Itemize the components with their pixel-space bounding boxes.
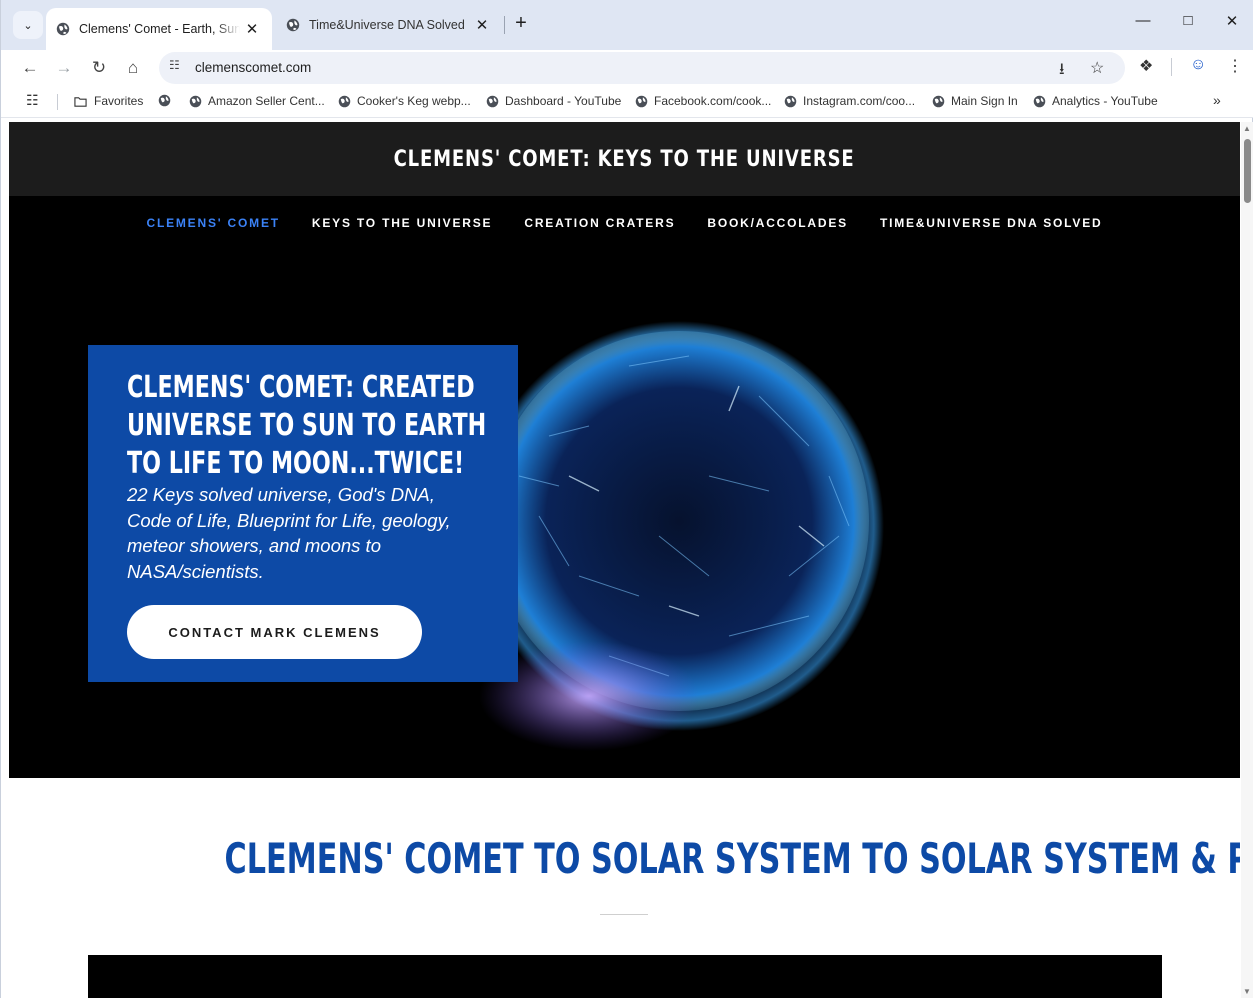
close-icon[interactable]: ✕: [470, 16, 494, 34]
hero-card: CLEMENS' COMET: CREATED UNIVERSE TO SUN …: [88, 345, 518, 682]
page-scrollbar[interactable]: ▲ ▼: [1241, 122, 1253, 998]
bookmark-label: Amazon Seller Cent...: [208, 94, 325, 108]
globe-icon: [158, 94, 171, 107]
tab-clemens-comet[interactable]: Clemens' Comet - Earth, Sun, Ea ✕: [46, 8, 272, 50]
tab-separator: [504, 16, 505, 34]
scroll-up-icon[interactable]: ▲: [1243, 124, 1251, 133]
tab-title: Time&Universe DNA Solved: [309, 18, 465, 32]
profile-icon[interactable]: ☺: [1190, 56, 1206, 74]
site-header: CLEMENS' COMET: KEYS TO THE UNIVERSE: [9, 122, 1240, 196]
globe-icon: [784, 95, 797, 107]
forward-icon[interactable]: →: [51, 55, 77, 81]
bookmark-main-sign-in[interactable]: Main Sign In: [932, 94, 1018, 108]
scroll-thumb[interactable]: [1244, 139, 1251, 203]
scroll-down-icon[interactable]: ▼: [1243, 987, 1251, 996]
toolbar-separator: [1171, 58, 1172, 76]
globe-icon: [286, 18, 300, 32]
bookmarks-separator: [57, 94, 58, 110]
globe-icon: [189, 95, 202, 107]
bookmark-analytics-youtube[interactable]: Analytics - YouTube: [1033, 94, 1158, 108]
bookmark-label: Cooker's Keg webp...: [357, 94, 471, 108]
browser-toolbar: ← → ↻ ⌂ ☷ clemenscomet.com ⭳ ☆ ❖ ☺ ⋮: [1, 50, 1253, 86]
globe-icon: [635, 95, 648, 107]
globe-icon: [486, 95, 499, 107]
nav-item-keys-to-the-universe[interactable]: KEYS TO THE UNIVERSE: [312, 216, 492, 230]
globe-icon: [338, 95, 351, 107]
bookmarks-bar: ☷ Favorites Amazon Seller Cent... Cooker…: [1, 86, 1253, 118]
section-divider: [600, 914, 648, 915]
tab-title: Clemens' Comet - Earth, Sun, Ea: [79, 22, 240, 36]
more-bookmarks-icon[interactable]: »: [1213, 92, 1221, 108]
section-heading-text: CLEMENS' COMET TO SOLAR SYSTEM TO SOLAR …: [224, 834, 1240, 883]
bookmark-amazon-seller[interactable]: Amazon Seller Cent...: [189, 94, 325, 108]
tab-time-universe[interactable]: Time&Universe DNA Solved ✕: [276, 8, 502, 42]
bookmark-cookers-keg[interactable]: Cooker's Keg webp...: [338, 94, 471, 108]
close-window-button[interactable]: ✕: [1212, 12, 1252, 38]
bookmark-facebook[interactable]: Facebook.com/cook...: [635, 94, 771, 108]
address-bar[interactable]: ☷ clemenscomet.com ⭳ ☆: [159, 52, 1125, 84]
close-icon[interactable]: ✕: [240, 20, 264, 38]
home-icon[interactable]: ⌂: [120, 55, 146, 81]
back-icon[interactable]: ←: [17, 55, 43, 81]
star-icon[interactable]: ☆: [1090, 58, 1104, 78]
bookmark-label: Instagram.com/coo...: [803, 94, 916, 108]
tab-search-button[interactable]: ⌄: [13, 11, 43, 39]
globe-icon: [932, 95, 945, 107]
install-app-icon[interactable]: ⭳: [1059, 58, 1065, 85]
chevron-down-icon: ⌄: [23, 19, 33, 32]
globe-icon: [1033, 95, 1046, 107]
site-title[interactable]: CLEMENS' COMET: KEYS TO THE UNIVERSE: [394, 147, 855, 172]
section-heading: CLEMENS' COMET TO SOLAR SYSTEM TO SOLAR …: [9, 834, 1240, 883]
nav-item-book-accolades[interactable]: BOOK/ACCOLADES: [707, 216, 848, 230]
bookmark-label: Analytics - YouTube: [1052, 94, 1158, 108]
site-info-icon[interactable]: ☷: [169, 58, 180, 72]
nav-item-creation-craters[interactable]: CREATION CRATERS: [524, 216, 675, 230]
bookmark-favorites[interactable]: Favorites: [73, 94, 143, 108]
bookmark-label: Main Sign In: [951, 94, 1018, 108]
maximize-button[interactable]: □: [1168, 12, 1208, 38]
folder-icon: [74, 96, 87, 107]
page-viewport: CLEMENS' COMET: KEYS TO THE UNIVERSE CLE…: [9, 122, 1240, 998]
hero-description: 22 Keys solved universe, God's DNA, Code…: [127, 484, 451, 582]
browser-window: ⌄ Clemens' Comet - Earth, Sun, Ea ✕ Time…: [0, 0, 1253, 998]
main-nav: CLEMENS' COMET KEYS TO THE UNIVERSE CREA…: [9, 216, 1240, 230]
bookmark-label: Facebook.com/cook...: [654, 94, 772, 108]
apps-icon[interactable]: ☷: [26, 92, 39, 109]
hero-section: CLEMENS' COMET KEYS TO THE UNIVERSE CREA…: [9, 196, 1240, 778]
nav-item-time-universe-dna[interactable]: TIME&UNIVERSE DNA SOLVED: [880, 216, 1103, 230]
minimize-button[interactable]: —: [1123, 12, 1163, 38]
tab-strip: ⌄ Clemens' Comet - Earth, Sun, Ea ✕ Time…: [1, 0, 1253, 50]
menu-icon[interactable]: ⋮: [1227, 56, 1243, 76]
reload-icon[interactable]: ↻: [86, 55, 112, 81]
bookmark-label: Dashboard - YouTube: [505, 94, 622, 108]
new-tab-button[interactable]: +: [509, 12, 533, 36]
bookmark-label: Favorites: [94, 94, 144, 108]
url-text: clemenscomet.com: [195, 60, 312, 75]
bookmark-dashboard-youtube[interactable]: Dashboard - YouTube: [486, 94, 621, 108]
bookmark-globe[interactable]: [158, 94, 177, 107]
extensions-icon[interactable]: ❖: [1139, 56, 1153, 76]
hero-heading: CLEMENS' COMET: CREATED UNIVERSE TO SUN …: [127, 370, 487, 481]
video-embed[interactable]: [88, 955, 1162, 998]
bookmark-instagram[interactable]: Instagram.com/coo...: [784, 94, 915, 108]
globe-icon: [56, 22, 70, 36]
contact-mark-clemens-button[interactable]: CONTACT MARK CLEMENS: [127, 605, 422, 659]
nav-item-clemens-comet[interactable]: CLEMENS' COMET: [146, 216, 279, 230]
